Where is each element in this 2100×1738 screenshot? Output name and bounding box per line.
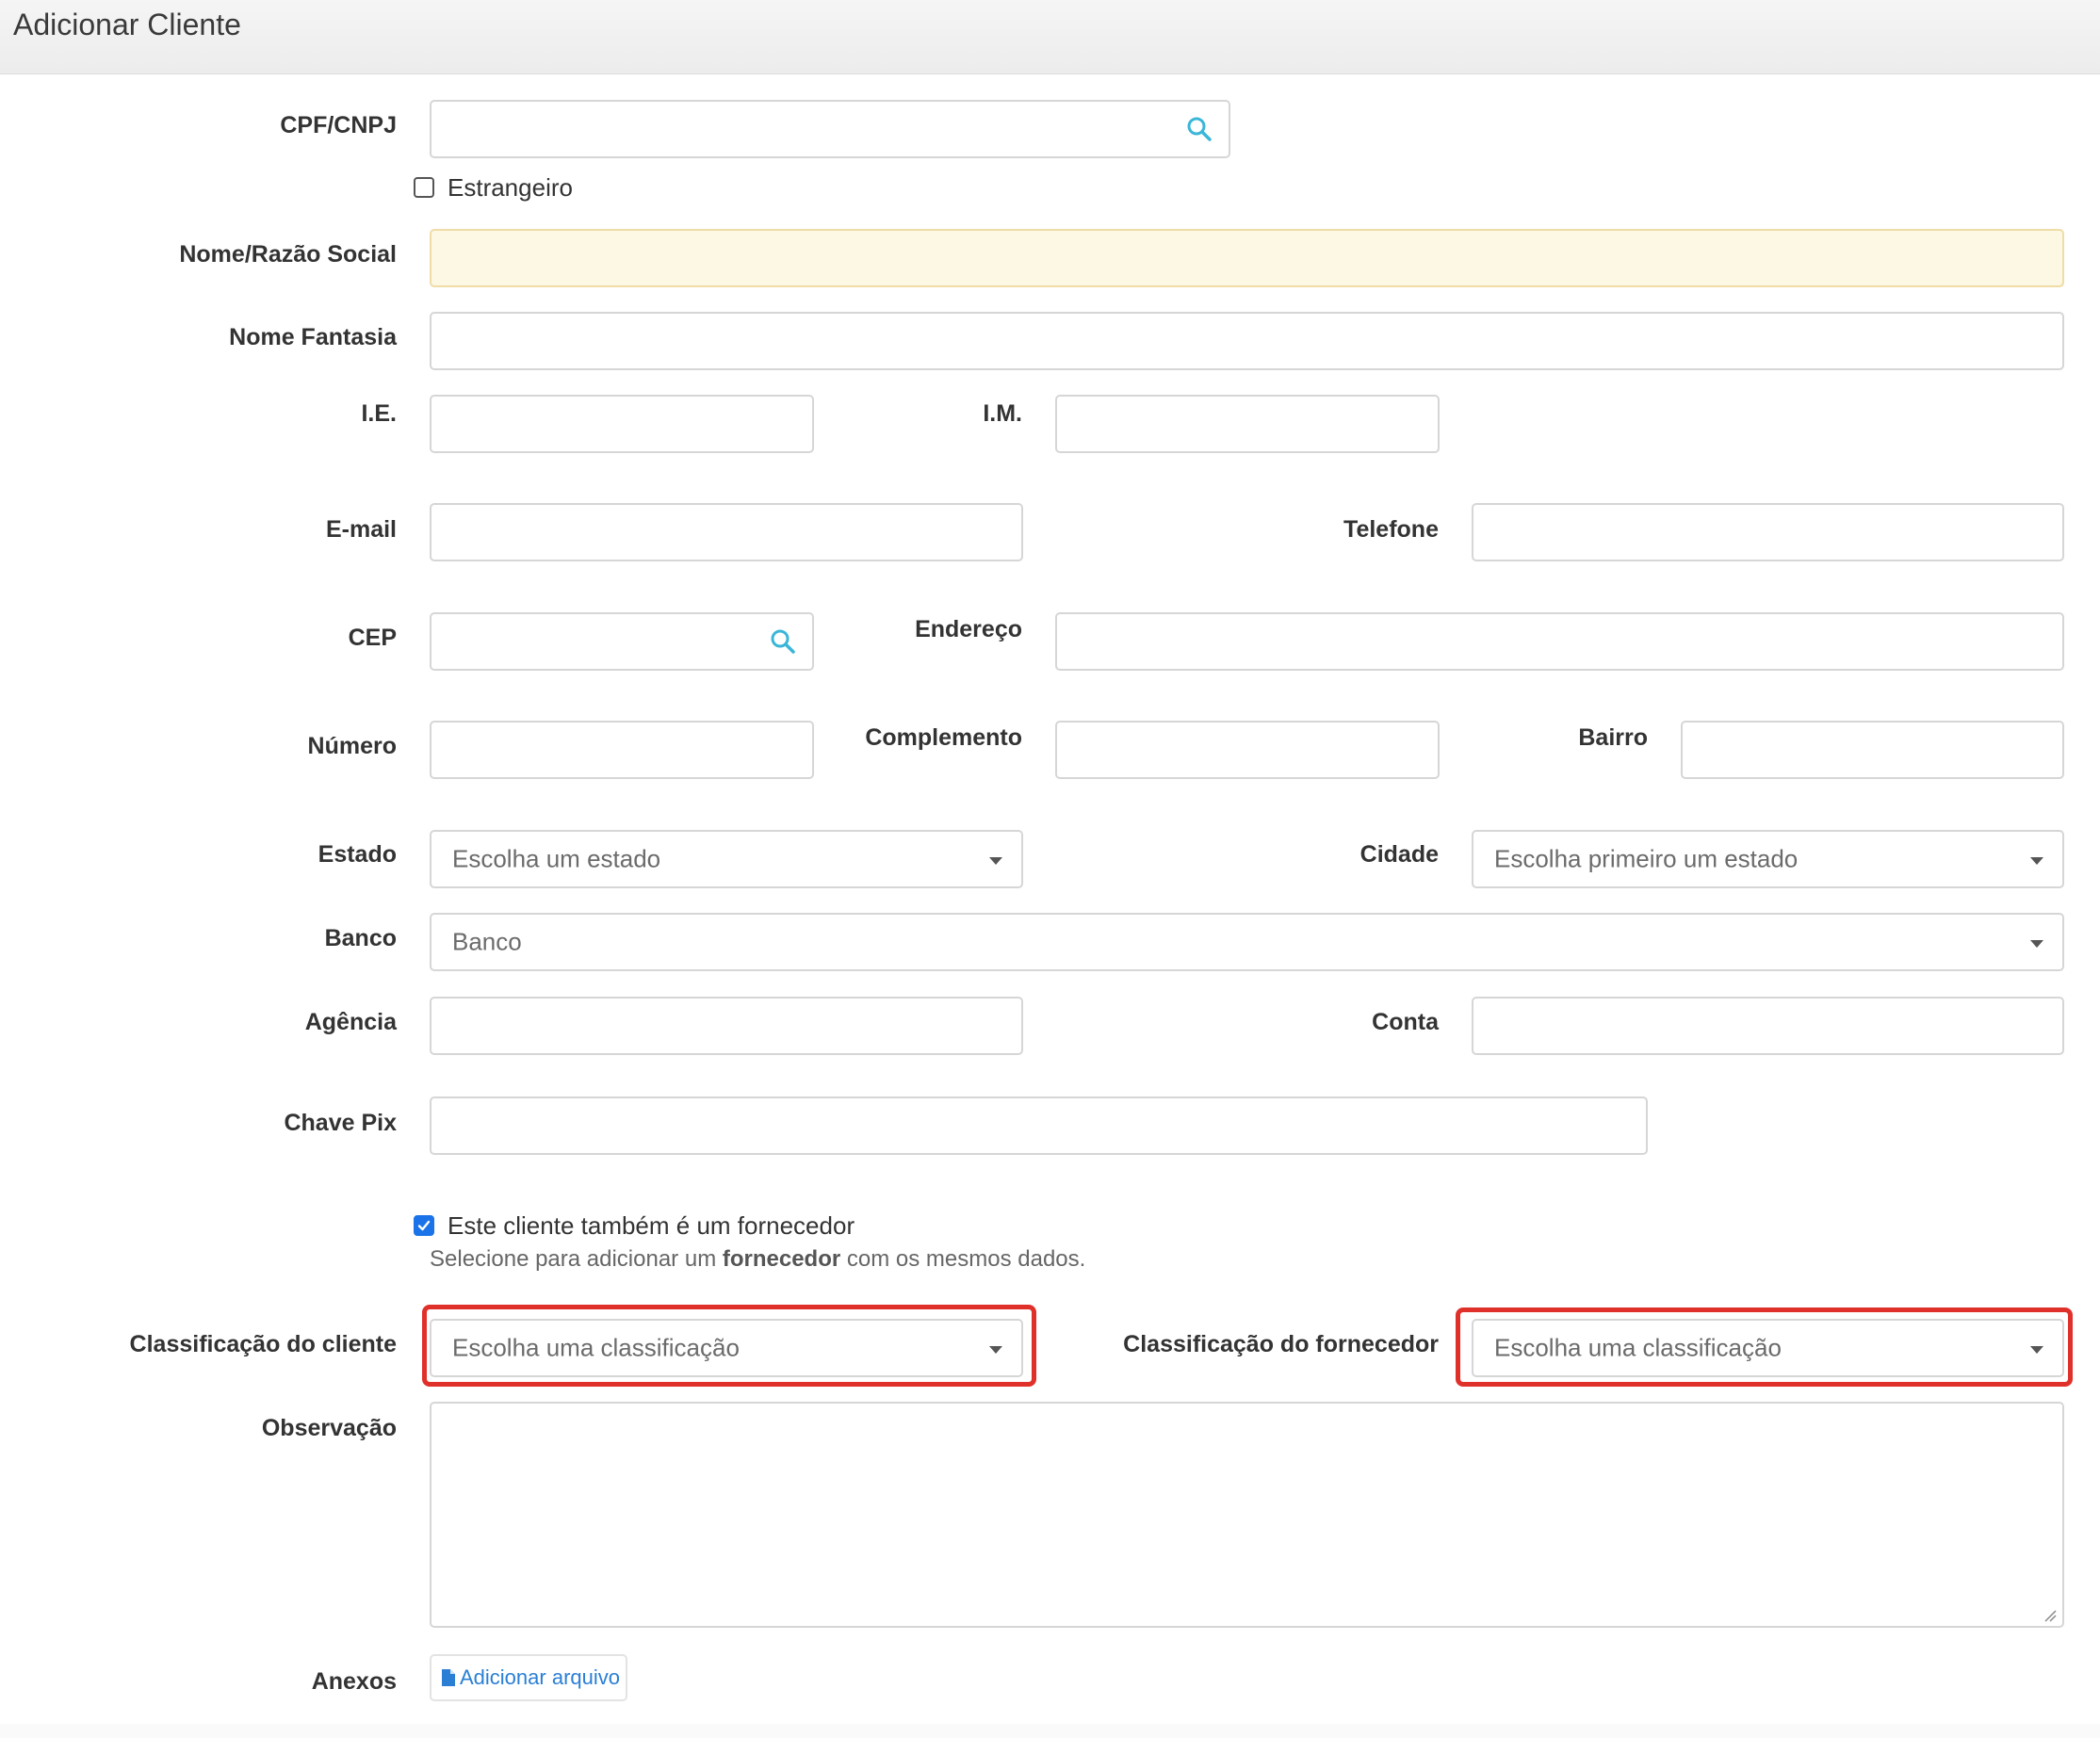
help-text-pre: Selecione para adicionar um [430,1246,723,1272]
cep-input[interactable] [430,612,814,671]
estado-label: Estado [317,841,397,868]
search-icon[interactable] [1185,115,1213,143]
cpf-cnpj-input[interactable] [430,100,1230,158]
numero-input[interactable] [430,721,814,779]
conta-input[interactable] [1472,997,2064,1055]
page-header: Adicionar Cliente [0,0,2100,74]
chevron-down-icon [989,857,1002,865]
chevron-down-icon [2030,857,2043,865]
classificacao-cliente-value: Escolha uma classificação [452,1333,740,1362]
ie-label: I.E. [361,400,397,427]
telefone-label: Telefone [1343,516,1439,543]
checkmark-icon [417,1220,431,1231]
banco-label: Banco [324,925,397,951]
add-file-button[interactable]: Adicionar arquivo [430,1654,627,1701]
complemento-label: Complemento [865,724,1022,751]
banco-select-value: Banco [452,927,522,956]
chave-pix-label: Chave Pix [284,1110,397,1136]
bairro-input[interactable] [1681,721,2064,779]
endereco-label: Endereço [915,616,1022,642]
help-text-post: com os mesmos dados. [840,1246,1086,1272]
classificacao-cliente-label: Classificação do cliente [129,1331,397,1357]
im-input[interactable] [1055,395,1440,453]
nome-razao-social-input[interactable] [430,229,2064,287]
cpf-cnpj-label: CPF/CNPJ [280,112,397,138]
estado-select[interactable]: Escolha um estado [430,830,1023,888]
nome-fantasia-label: Nome Fantasia [229,324,397,350]
agencia-input[interactable] [430,997,1023,1055]
conta-label: Conta [1372,1009,1439,1035]
ie-input[interactable] [430,395,814,453]
bairro-label: Bairro [1578,724,1648,751]
fornecedor-help-text: Selecione para adicionar um fornecedor c… [430,1245,1085,1274]
observacao-textarea[interactable] [430,1402,2064,1628]
telefone-input[interactable] [1472,503,2064,561]
file-icon [442,1669,455,1686]
email-label: E-mail [325,516,397,543]
add-client-page: Adicionar Cliente CPF/CNPJ Estrangeiro N… [0,0,2100,1738]
anexos-label: Anexos [311,1668,397,1695]
agencia-label: Agência [304,1009,397,1035]
endereco-input[interactable] [1055,612,2064,671]
nome-fantasia-input[interactable] [430,312,2064,370]
chevron-down-icon [2030,1346,2043,1354]
classificacao-fornecedor-label: Classificação do fornecedor [1123,1331,1439,1357]
footer-band [0,1724,2100,1738]
search-icon[interactable] [769,627,797,656]
page-title: Adicionar Cliente [13,8,241,41]
cidade-select-value: Escolha primeiro um estado [1494,844,1799,873]
chevron-down-icon [2030,940,2043,948]
add-file-button-label: Adicionar arquivo [460,1665,620,1689]
classificacao-fornecedor-select[interactable]: Escolha uma classificação [1472,1319,2064,1377]
cep-label: CEP [348,625,397,651]
fornecedor-checkbox[interactable] [414,1215,434,1236]
observacao-label: Observação [261,1415,397,1441]
help-text-bold: fornecedor [722,1246,841,1272]
resize-handle-icon[interactable] [2043,1609,2057,1622]
nome-razao-social-label: Nome/Razão Social [179,241,397,268]
chave-pix-input[interactable] [430,1096,1648,1155]
classificacao-cliente-select[interactable]: Escolha uma classificação [430,1319,1023,1377]
banco-select[interactable]: Banco [430,913,2064,971]
cidade-select[interactable]: Escolha primeiro um estado [1472,830,2064,888]
email-input[interactable] [430,503,1023,561]
complemento-input[interactable] [1055,721,1440,779]
cidade-label: Cidade [1359,841,1439,868]
estrangeiro-label: Estrangeiro [448,173,573,202]
estrangeiro-checkbox[interactable] [414,177,434,198]
classificacao-fornecedor-value: Escolha uma classificação [1494,1333,1782,1362]
chevron-down-icon [989,1346,1002,1354]
im-label: I.M. [983,400,1022,427]
estado-select-value: Escolha um estado [452,844,661,873]
fornecedor-checkbox-label: Este cliente também é um fornecedor [448,1211,855,1240]
numero-label: Número [307,733,397,759]
